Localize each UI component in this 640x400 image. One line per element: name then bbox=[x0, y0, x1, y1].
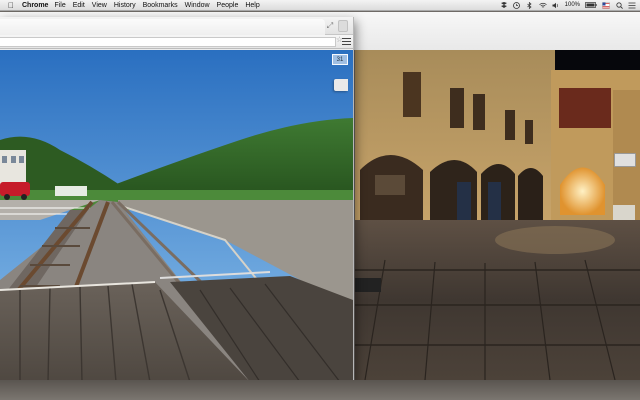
menu-history[interactable]: History bbox=[114, 2, 136, 9]
address-bar[interactable] bbox=[0, 37, 336, 47]
tab-strip[interactable] bbox=[0, 19, 325, 35]
menu-view[interactable]: View bbox=[92, 2, 107, 9]
bluetooth-icon[interactable] bbox=[526, 1, 534, 9]
dropbox-icon[interactable] bbox=[500, 1, 508, 9]
status-area: 100% bbox=[500, 1, 636, 9]
resize-icon[interactable]: ⤢ bbox=[325, 21, 335, 31]
menu-file[interactable]: File bbox=[54, 2, 65, 9]
panorama-control-button[interactable] bbox=[614, 153, 636, 167]
wifi-icon[interactable] bbox=[538, 2, 547, 9]
battery-icon[interactable] bbox=[585, 2, 597, 9]
hamburger-menu-icon[interactable] bbox=[342, 37, 351, 46]
photo-count-badge[interactable]: 31 bbox=[332, 54, 348, 65]
castle-photo-window bbox=[355, 50, 640, 380]
browser-toolbar: ☆ bbox=[0, 35, 353, 49]
menu-window[interactable]: Window bbox=[185, 2, 210, 9]
browser-titlebar: ⤢ bbox=[0, 17, 353, 35]
panel-handle[interactable] bbox=[334, 79, 348, 91]
menu-edit[interactable]: Edit bbox=[73, 2, 85, 9]
railway-platform-image bbox=[0, 50, 353, 382]
profile-button[interactable] bbox=[338, 20, 348, 32]
browser-viewport: 31 bbox=[0, 50, 353, 382]
browser-window: ⤢ ☆ 31 bbox=[0, 17, 354, 382]
flag-icon[interactable] bbox=[602, 1, 610, 9]
menu-app-name[interactable]: Chrome bbox=[22, 2, 48, 9]
apple-icon[interactable]:  bbox=[6, 1, 16, 10]
castle-courtyard-image bbox=[355, 50, 640, 380]
menu-help[interactable]: Help bbox=[245, 2, 259, 9]
volume-icon[interactable] bbox=[552, 2, 560, 9]
menu-bar:  Chrome File Edit View History Bookmark… bbox=[0, 0, 640, 11]
search-icon[interactable] bbox=[615, 1, 623, 9]
desktop-bottom bbox=[0, 380, 640, 400]
battery-percent: 100% bbox=[564, 2, 580, 8]
menu-people[interactable]: People bbox=[217, 2, 239, 9]
list-icon[interactable] bbox=[628, 2, 636, 9]
clock-icon[interactable] bbox=[513, 1, 521, 9]
menu-bookmarks[interactable]: Bookmarks bbox=[143, 2, 178, 9]
